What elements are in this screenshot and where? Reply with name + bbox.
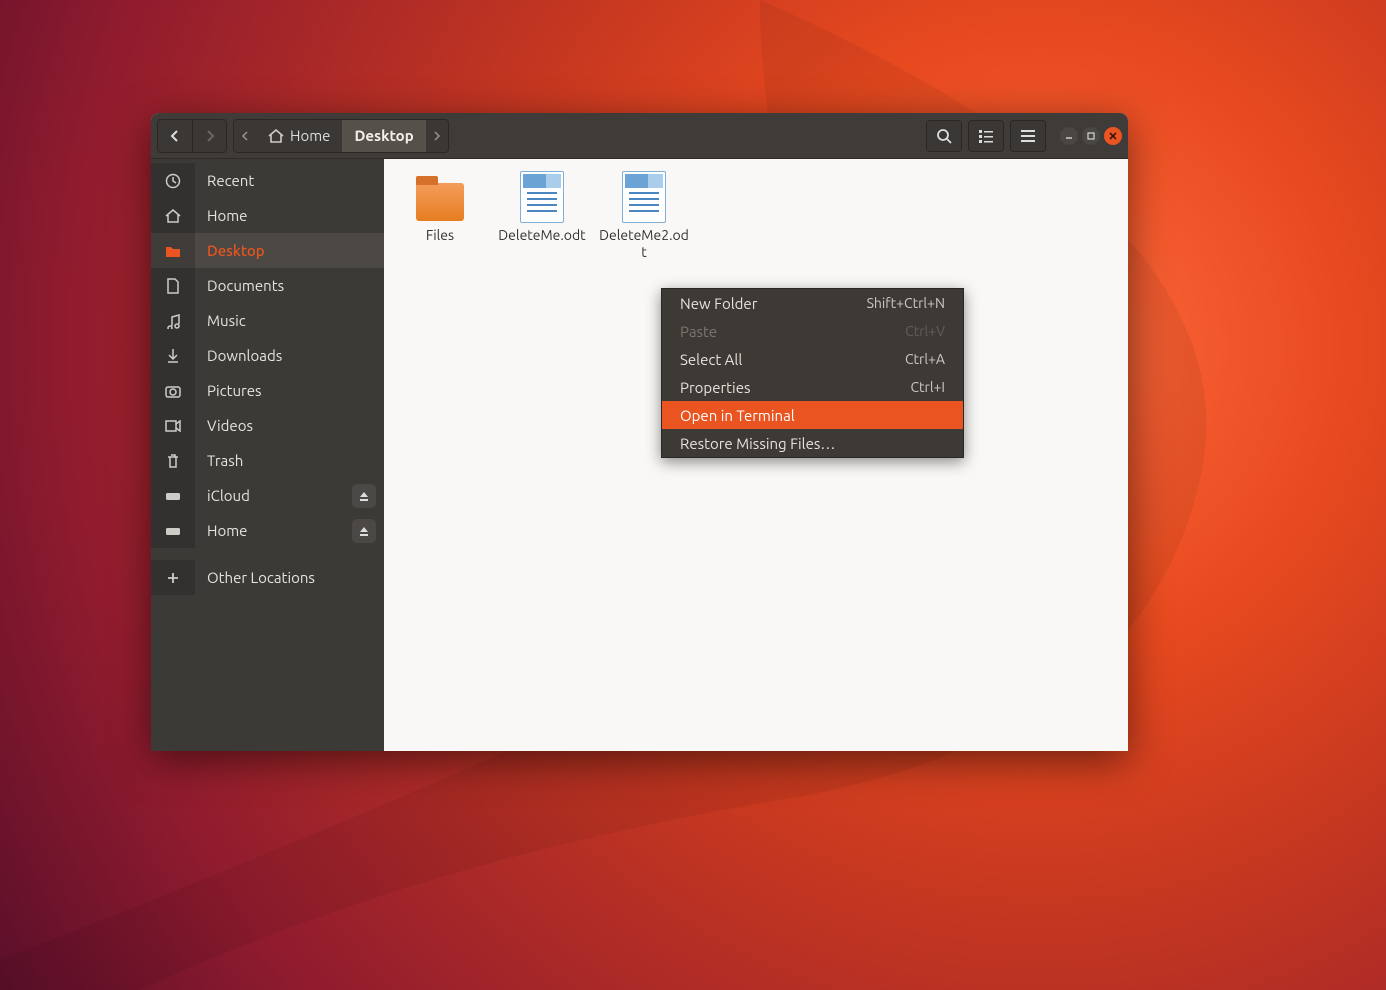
video-icon — [165, 420, 181, 432]
plus-icon — [166, 571, 180, 585]
folder-icon — [165, 244, 181, 258]
ctx-properties[interactable]: Properties Ctrl+I — [662, 373, 963, 401]
ctx-item-shortcut: Ctrl+A — [905, 351, 945, 367]
sidebar-item-documents[interactable]: Documents — [151, 268, 384, 303]
close-icon — [1109, 132, 1117, 140]
forward-button[interactable] — [192, 120, 226, 152]
file-label: DeleteMe2.odt — [599, 227, 689, 261]
file-label: Files — [426, 227, 454, 244]
path-home-label: Home — [290, 127, 330, 144]
ctx-item-label: Restore Missing Files… — [680, 435, 835, 452]
clock-icon — [165, 173, 181, 189]
sidebar-item-label: iCloud — [195, 487, 250, 504]
path-segment-current[interactable]: Desktop — [342, 120, 425, 152]
sidebar-item-icloud[interactable]: iCloud — [151, 478, 384, 513]
window-controls — [1060, 127, 1122, 145]
ctx-new-folder[interactable]: New Folder Shift+Ctrl+N — [662, 289, 963, 317]
sidebar-item-label: Other Locations — [195, 569, 315, 586]
drive-icon — [165, 525, 181, 537]
context-menu: New Folder Shift+Ctrl+N Paste Ctrl+V Sel… — [661, 288, 964, 458]
sidebar-item-label: Documents — [195, 277, 284, 294]
sidebar-item-other-locations[interactable]: Other Locations — [151, 560, 384, 595]
file-item-doc[interactable]: DeleteMe.odt — [496, 171, 588, 244]
path-bar: Home Desktop — [233, 119, 449, 153]
sidebar-item-label: Downloads — [195, 347, 282, 364]
path-right-icon[interactable] — [426, 120, 448, 152]
file-item-doc[interactable]: DeleteMe2.odt — [598, 171, 690, 261]
sidebar-item-label: Trash — [195, 452, 243, 469]
chevron-left-icon — [169, 130, 181, 142]
ctx-paste: Paste Ctrl+V — [662, 317, 963, 345]
drive-icon — [165, 490, 181, 502]
sidebar-item-label: Desktop — [195, 242, 265, 259]
home-icon — [165, 209, 181, 223]
sidebar-item-pictures[interactable]: Pictures — [151, 373, 384, 408]
minimize-button[interactable] — [1060, 127, 1078, 145]
sidebar-item-label: Music — [195, 312, 246, 329]
odt-document-icon — [520, 171, 564, 223]
ctx-item-shortcut: Shift+Ctrl+N — [867, 295, 945, 311]
sidebar-item-videos[interactable]: Videos — [151, 408, 384, 443]
folder-icon — [416, 183, 464, 221]
hamburger-icon — [1020, 130, 1036, 142]
music-icon — [165, 313, 181, 329]
ctx-item-shortcut: Ctrl+I — [910, 379, 945, 395]
back-button[interactable] — [158, 120, 192, 152]
file-manager-window: Home Desktop — [151, 113, 1128, 751]
eject-button-home[interactable] — [352, 519, 376, 543]
hamburger-menu-button[interactable] — [1010, 120, 1046, 152]
home-icon — [268, 129, 284, 143]
list-view-icon — [978, 129, 994, 143]
ctx-item-label: Open in Terminal — [680, 407, 795, 424]
eject-icon — [358, 490, 370, 502]
ctx-item-label: Select All — [680, 351, 742, 368]
toolbar-right — [926, 120, 1122, 152]
ctx-item-label: New Folder — [680, 295, 757, 312]
sidebar-item-music[interactable]: Music — [151, 303, 384, 338]
maximize-icon — [1087, 132, 1095, 140]
chevron-right-icon — [204, 130, 216, 142]
sidebar-item-trash[interactable]: Trash — [151, 443, 384, 478]
camera-icon — [165, 384, 181, 398]
path-current-label: Desktop — [354, 127, 413, 144]
maximize-button[interactable] — [1082, 127, 1100, 145]
ctx-restore-files[interactable]: Restore Missing Files… — [662, 429, 963, 457]
ctx-select-all[interactable]: Select All Ctrl+A — [662, 345, 963, 373]
ctx-item-label: Properties — [680, 379, 751, 396]
ctx-item-label: Paste — [680, 323, 717, 340]
path-left-icon[interactable] — [234, 120, 256, 152]
document-icon — [166, 278, 180, 294]
ctx-item-shortcut: Ctrl+V — [905, 323, 945, 339]
ctx-open-terminal[interactable]: Open in Terminal — [662, 401, 963, 429]
sidebar-item-recent[interactable]: Recent — [151, 163, 384, 198]
view-toggle-button[interactable] — [968, 120, 1004, 152]
file-item-folder[interactable]: Files — [394, 171, 486, 244]
sidebar-item-desktop[interactable]: Desktop — [151, 233, 384, 268]
sidebar-item-label: Home — [195, 207, 247, 224]
eject-button-icloud[interactable] — [352, 484, 376, 508]
path-segment-home[interactable]: Home — [256, 120, 342, 152]
sidebar: Recent Home Desktop Documents Music Down — [151, 159, 384, 751]
titlebar: Home Desktop — [151, 113, 1128, 159]
minimize-icon — [1065, 132, 1073, 140]
search-icon — [936, 128, 952, 144]
sidebar-item-label: Home — [195, 522, 247, 539]
sidebar-item-home-drive[interactable]: Home — [151, 513, 384, 548]
download-icon — [166, 348, 180, 364]
sidebar-item-home[interactable]: Home — [151, 198, 384, 233]
trash-icon — [166, 453, 180, 469]
search-button[interactable] — [926, 120, 962, 152]
sidebar-item-label: Recent — [195, 172, 254, 189]
sidebar-item-label: Pictures — [195, 382, 262, 399]
nav-buttons — [157, 119, 227, 153]
sidebar-item-downloads[interactable]: Downloads — [151, 338, 384, 373]
odt-document-icon — [622, 171, 666, 223]
sidebar-item-label: Videos — [195, 417, 253, 434]
eject-icon — [358, 525, 370, 537]
file-label: DeleteMe.odt — [498, 227, 585, 244]
close-button[interactable] — [1104, 127, 1122, 145]
